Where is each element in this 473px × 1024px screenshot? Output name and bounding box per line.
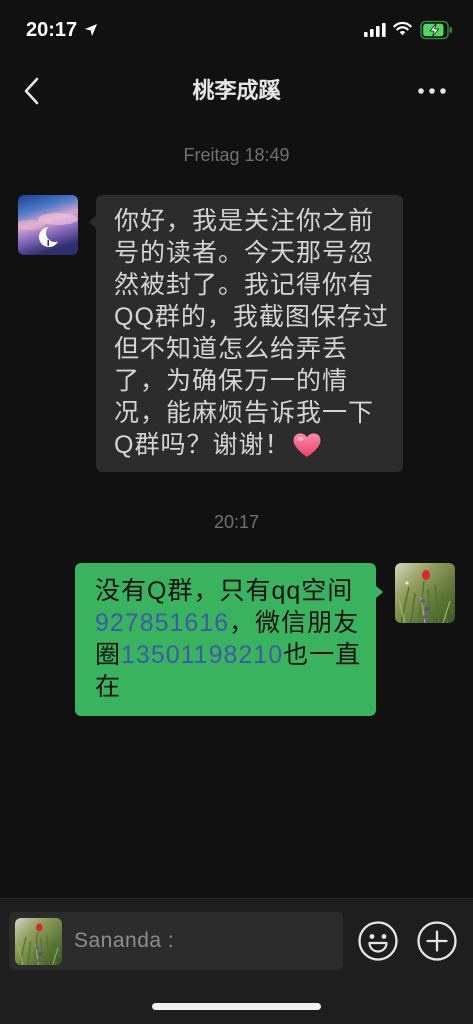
more-button[interactable] (414, 80, 450, 102)
message-text: 你好，我是关注你之前号的读者。今天那号忽然被封了。我记得你有QQ群的，我截图保存… (114, 207, 389, 459)
flower-avatar-icon[interactable] (395, 563, 455, 623)
more-actions-button[interactable] (416, 920, 458, 962)
status-time: 20:17 (26, 19, 78, 41)
outgoing-message-bubble[interactable]: 没有Q群，只有qq空间927851616，微信朋友圈13501198210也一直… (75, 563, 383, 716)
smiley-face-icon (358, 921, 398, 961)
heart-emoji-icon (292, 432, 322, 458)
moon-sky-avatar-icon[interactable] (18, 195, 78, 255)
phone-number-link[interactable]: 13501198210 (121, 641, 283, 669)
location-arrow-icon (84, 23, 98, 37)
incoming-message-bubble[interactable]: 你好，我是关注你之前号的读者。今天那号忽然被封了。我记得你有QQ群的，我截图保存… (89, 195, 403, 472)
plus-circle-icon (417, 921, 457, 961)
message-timestamp: Freitag 18:49 (183, 145, 290, 165)
chevron-left-icon (24, 77, 39, 105)
back-button[interactable] (20, 74, 46, 108)
cellular-signal-icon (364, 23, 386, 37)
more-dots-icon (418, 88, 446, 94)
sender-label: Sananda : (74, 929, 175, 952)
emoji-button[interactable] (357, 920, 399, 962)
battery-charging-icon (420, 20, 454, 40)
chat-title: 桃李成蹊 (192, 78, 281, 103)
home-indicator (152, 1003, 321, 1010)
message-text-segment: 没有Q群，只有qq空间 (95, 577, 354, 605)
wifi-icon (393, 21, 412, 36)
message-timestamp: 20:17 (213, 512, 260, 532)
message-input[interactable]: Sananda : (9, 912, 343, 970)
flower-avatar-icon (15, 918, 62, 965)
qq-number-link[interactable]: 927851616 (95, 609, 229, 637)
